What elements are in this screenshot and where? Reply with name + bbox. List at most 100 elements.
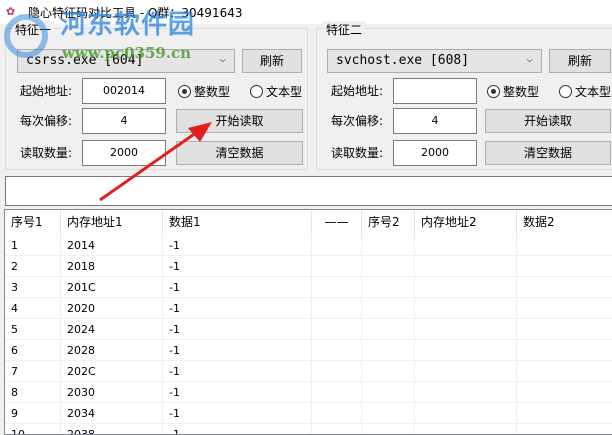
- table-cell: [415, 403, 517, 423]
- column-header[interactable]: 数据1: [163, 210, 312, 235]
- table-cell: [362, 382, 415, 402]
- radio-unchecked-icon: [559, 85, 572, 98]
- column-header[interactable]: 内存地址2: [415, 210, 517, 235]
- feature2-process-select[interactable]: svchost.exe [608] ⌵: [327, 49, 542, 73]
- table-row[interactable]: 9 2034 -1: [5, 403, 612, 424]
- column-header[interactable]: ——: [312, 210, 362, 235]
- table-row[interactable]: 2 2018 -1: [5, 256, 612, 277]
- table-cell: -1: [163, 403, 312, 423]
- feature1-count-input[interactable]: 2000: [82, 140, 166, 166]
- feature2-radio-text[interactable]: 文本型: [559, 83, 611, 100]
- table-cell: -1: [163, 382, 312, 402]
- window-title: 隐心特征码对比工具 - Q群：30491643: [28, 5, 243, 20]
- table-row[interactable]: 5 2024 -1: [5, 319, 612, 340]
- column-header[interactable]: 数据2: [517, 210, 612, 235]
- feature2-refresh-button[interactable]: 刷新: [549, 49, 611, 73]
- table-row[interactable]: 8 2030 -1: [5, 382, 612, 403]
- radio-checked-icon: [178, 85, 191, 98]
- table-cell: -1: [163, 361, 312, 381]
- radio-checked-icon: [487, 85, 500, 98]
- feature1-group: 特征一 csrss.exe [604] ⌵ 刷新 起始地址: 002014 整数型…: [5, 21, 308, 170]
- chevron-down-icon: ⌵: [526, 52, 533, 65]
- table-cell: 202C: [61, 361, 163, 381]
- table-cell: [362, 403, 415, 423]
- table-row[interactable]: 4 2020 -1: [5, 298, 612, 319]
- feature1-label: 特征一: [12, 21, 55, 38]
- table-cell: 201C: [61, 277, 163, 297]
- feature1-start-addr-input[interactable]: 002014: [82, 78, 166, 104]
- table-cell: [517, 319, 612, 339]
- table-cell: [312, 256, 362, 276]
- radio-label: 文本型: [575, 85, 612, 99]
- feature1-radio-text[interactable]: 文本型: [250, 83, 302, 100]
- table-cell: [517, 298, 612, 318]
- table-row[interactable]: 6 2028 -1: [5, 340, 612, 361]
- table-cell: 3: [5, 277, 61, 297]
- table-cell: [312, 340, 362, 360]
- radio-label: 整数型: [503, 85, 540, 99]
- table-cell: [517, 256, 612, 276]
- table-row[interactable]: 3 201C -1: [5, 277, 612, 298]
- table-cell: [362, 277, 415, 297]
- feature1-offset-input[interactable]: 4: [82, 108, 166, 134]
- column-header[interactable]: 序号2: [362, 210, 415, 235]
- feature1-clear-button[interactable]: 清空数据: [176, 141, 303, 165]
- feature2-count-label: 读取数量:: [331, 146, 384, 160]
- table-cell: -1: [163, 298, 312, 318]
- table-row[interactable]: 1 2014 -1: [5, 235, 612, 256]
- table-cell: [517, 382, 612, 402]
- feature1-refresh-button[interactable]: 刷新: [242, 49, 302, 73]
- feature2-start-addr-label: 起始地址:: [331, 84, 384, 98]
- table-cell: [362, 235, 415, 255]
- feature2-read-button[interactable]: 开始读取: [485, 109, 611, 133]
- table-cell: 2024: [61, 319, 163, 339]
- feature1-start-addr-label: 起始地址:: [20, 84, 73, 98]
- table-cell: 10: [5, 424, 61, 434]
- feature2-offset-input[interactable]: 4: [393, 108, 477, 134]
- feature2-count-input[interactable]: 2000: [393, 140, 477, 166]
- table-row[interactable]: 10 2038 -1: [5, 424, 612, 434]
- feature1-read-button[interactable]: 开始读取: [176, 109, 303, 133]
- feature1-radio-int[interactable]: 整数型: [178, 83, 230, 100]
- table-cell: [415, 298, 517, 318]
- table-cell: 6: [5, 340, 61, 360]
- table-cell: [415, 319, 517, 339]
- table-cell: [362, 319, 415, 339]
- table-cell: [517, 277, 612, 297]
- table-cell: 2038: [61, 424, 163, 434]
- table-cell: [415, 424, 517, 434]
- table-cell: 4: [5, 298, 61, 318]
- table-cell: -1: [163, 319, 312, 339]
- table-cell: -1: [163, 424, 312, 434]
- table-cell: [517, 361, 612, 381]
- column-header[interactable]: 序号1: [5, 210, 61, 235]
- table-cell: [312, 277, 362, 297]
- table-cell: [362, 298, 415, 318]
- feature1-count-label: 读取数量:: [20, 146, 73, 160]
- title-bar: ✿ 隐心特征码对比工具 - Q群：30491643: [0, 0, 612, 24]
- table-cell: [415, 256, 517, 276]
- radio-label: 文本型: [266, 85, 303, 99]
- feature2-label: 特征二: [323, 21, 366, 38]
- table-cell: 2020: [61, 298, 163, 318]
- table-cell: [415, 340, 517, 360]
- table-cell: 2034: [61, 403, 163, 423]
- feature2-group: 特征二 svchost.exe [608] ⌵ 刷新 起始地址: 整数型 文本型 …: [316, 21, 612, 170]
- radio-label: 整数型: [194, 85, 231, 99]
- table-cell: [362, 256, 415, 276]
- table-cell: 5: [5, 319, 61, 339]
- table-cell: [517, 235, 612, 255]
- radio-unchecked-icon: [250, 85, 263, 98]
- feature2-start-addr-input[interactable]: [393, 78, 477, 104]
- feature2-clear-button[interactable]: 清空数据: [485, 141, 611, 165]
- results-table[interactable]: 序号1 内存地址1 数据1 —— 序号2 内存地址2 数据2 1 2014 -1 2 2…: [4, 209, 612, 435]
- column-header[interactable]: 内存地址1: [61, 210, 163, 235]
- table-cell: [312, 235, 362, 255]
- table-row[interactable]: 7 202C -1: [5, 361, 612, 382]
- table-cell: [312, 403, 362, 423]
- table-cell: [415, 361, 517, 381]
- table-cell: 2018: [61, 256, 163, 276]
- feature1-process-select[interactable]: csrss.exe [604] ⌵: [17, 49, 235, 73]
- log-textbox[interactable]: [5, 176, 612, 206]
- feature2-radio-int[interactable]: 整数型: [487, 83, 539, 100]
